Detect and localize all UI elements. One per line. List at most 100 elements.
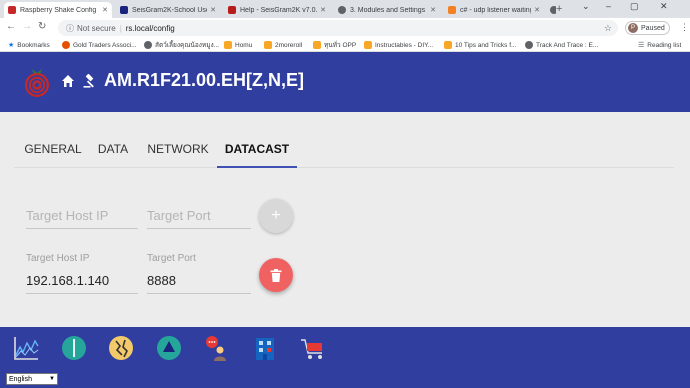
tab-data[interactable]: DATA xyxy=(92,130,134,167)
bookmark-thai-pets[interactable]: สัตว์เลี้ยงคุณน้องหมูง... xyxy=(144,39,219,51)
bookmark-label: Bookmarks xyxy=(17,41,50,49)
gavel-icon[interactable] xyxy=(83,74,97,88)
bookmarks-bar: ★ Bookmarks Gold Traders Associ... สัตว์… xyxy=(0,38,690,52)
url-text[interactable]: rs.local/config xyxy=(126,24,175,33)
browser-tab-seisgram-users[interactable]: SeisGram2K-School Users ✕ xyxy=(116,2,220,18)
folder-icon xyxy=(444,41,452,49)
reading-list-icon: ☰ xyxy=(638,42,645,49)
menu-icon[interactable]: ⋮ xyxy=(680,22,689,33)
bookmark-bookmarks[interactable]: ★ Bookmarks xyxy=(8,39,50,51)
bookmark-label: 10 Tips and Tricks f... xyxy=(455,41,517,49)
tab-datacast[interactable]: DATACAST xyxy=(217,130,297,168)
browser-toolbar: ← → ↻ ⓘ Not secure | rs.local/config ☆ P… xyxy=(0,18,690,38)
tab-general[interactable]: GENERAL xyxy=(14,130,92,167)
bookmark-label: ทุนทั่ว OPP xyxy=(324,42,357,49)
bookmark-instructables[interactable]: Instructables - DIY... xyxy=(364,39,433,51)
building-icon[interactable] xyxy=(252,335,278,361)
globe-icon xyxy=(525,41,533,49)
target-port-placeholder: Target Port xyxy=(147,208,211,223)
raspberry-shake-logo-icon xyxy=(25,69,49,97)
reading-list-label: Reading list xyxy=(647,41,682,49)
divider: | xyxy=(119,23,122,33)
tab-title: Raspberry Shake Config xyxy=(20,6,97,14)
language-bar: English ▼ xyxy=(0,370,690,388)
bookmark-label: Track And Trace : E... xyxy=(536,41,599,49)
minimize-icon[interactable]: – xyxy=(606,1,611,11)
folder-icon xyxy=(224,41,232,49)
earthquake-icon[interactable] xyxy=(108,335,134,361)
maximize-icon[interactable]: ▢ xyxy=(630,1,639,12)
user-chat-icon[interactable] xyxy=(203,335,229,361)
bookmark-label: Homu xyxy=(235,41,253,49)
reload-icon[interactable]: ↻ xyxy=(38,21,46,32)
helicorder-icon[interactable] xyxy=(61,335,87,361)
close-tab-icon[interactable]: ✕ xyxy=(210,6,216,14)
trash-icon xyxy=(270,268,282,282)
instructables-icon xyxy=(364,41,372,49)
plus-icon: + xyxy=(271,207,281,224)
gold-traders-icon xyxy=(62,41,70,49)
entry-host-value[interactable]: 192.168.1.140 xyxy=(26,273,109,288)
stackoverflow-favicon-icon xyxy=(448,6,456,14)
globe-icon xyxy=(144,41,152,49)
close-tab-icon[interactable]: ✕ xyxy=(430,6,436,14)
tab-network[interactable]: NETWORK xyxy=(140,130,216,167)
entry-port-value[interactable]: 8888 xyxy=(147,273,176,288)
address-bar[interactable]: ⓘ Not secure | rs.local/config ☆ xyxy=(58,20,618,36)
bookmark-star-icon[interactable]: ☆ xyxy=(604,23,612,34)
chart-icon[interactable] xyxy=(13,335,39,361)
bottom-nav-bar xyxy=(0,327,690,370)
browser-tab-extra[interactable] xyxy=(546,2,556,18)
entry-port-field[interactable]: Target Port 8888 xyxy=(147,253,251,294)
browser-tab-raspberry-shake-config[interactable]: Raspberry Shake Config ✕ xyxy=(4,2,112,18)
language-selected: English xyxy=(9,375,32,383)
browser-tab-stackoverflow[interactable]: c# - udp listener waiting ✕ xyxy=(444,2,544,18)
avatar: P xyxy=(628,23,638,33)
bookmark-track-trace[interactable]: Track And Trace : E... xyxy=(525,39,598,51)
folder-icon xyxy=(264,41,272,49)
home-icon[interactable] xyxy=(61,74,75,88)
bookmark-thai-opp[interactable]: ทุนทั่ว OPP xyxy=(313,39,356,51)
close-tab-icon[interactable]: ✕ xyxy=(102,6,108,14)
add-target-button[interactable]: + xyxy=(259,199,293,233)
seisgram-help-favicon-icon xyxy=(228,6,236,14)
bookmark-label: Gold Traders Associ... xyxy=(73,41,137,49)
info-icon[interactable]: ⓘ xyxy=(66,23,74,34)
tab-title: 3. Modules and Settings - xyxy=(350,6,428,14)
bookmark-label: สัตว์เลี้ยงคุณน้องหมูง... xyxy=(155,42,220,49)
entry-host-field[interactable]: Target Host IP 192.168.1.140 xyxy=(26,253,138,294)
back-icon[interactable]: ← xyxy=(6,21,16,32)
reading-list[interactable]: ☰ Reading list xyxy=(638,39,681,51)
target-host-input[interactable]: Target Host IP xyxy=(26,203,138,229)
triangle-icon[interactable] xyxy=(156,335,182,361)
browser-tab-seisgram-help[interactable]: Help - SeisGram2K v7.0.0 ✕ xyxy=(224,2,330,18)
browser-tab-modules-settings[interactable]: 3. Modules and Settings - ✕ xyxy=(334,2,440,18)
chevron-down-icon: ▼ xyxy=(49,376,55,382)
bookmark-2moreroll[interactable]: 2moreroll xyxy=(264,39,302,51)
seisgram-favicon-icon xyxy=(120,6,128,14)
tab-title: SeisGram2K-School Users xyxy=(132,6,207,14)
target-host-placeholder: Target Host IP xyxy=(26,208,109,223)
tab-search-icon[interactable]: ⌄ xyxy=(582,1,590,12)
station-title: AM.R1F21.00.EH[Z,N,E] xyxy=(104,70,305,90)
bookmark-10-tips[interactable]: 10 Tips and Tricks f... xyxy=(444,39,516,51)
bookmark-label: 2moreroll xyxy=(275,41,303,49)
browser-tab-strip: Raspberry Shake Config ✕ SeisGram2K-Scho… xyxy=(0,0,690,18)
apps-icon: ★ xyxy=(8,42,15,49)
target-port-input[interactable]: Target Port xyxy=(147,203,251,229)
language-select[interactable]: English ▼ xyxy=(6,373,58,385)
close-tab-icon[interactable]: ✕ xyxy=(320,6,326,14)
close-window-icon[interactable]: ✕ xyxy=(660,1,668,12)
cart-icon[interactable] xyxy=(300,335,326,361)
new-tab-button[interactable]: + xyxy=(556,3,562,15)
bookmark-gold-traders[interactable]: Gold Traders Associ... xyxy=(62,39,137,51)
profile-button[interactable]: P Paused xyxy=(625,21,670,35)
app-header: AM.R1F21.00.EH[Z,N,E] xyxy=(0,52,690,112)
delete-target-button[interactable] xyxy=(259,258,293,292)
bookmark-homu[interactable]: Homu xyxy=(224,39,252,51)
close-tab-icon[interactable]: ✕ xyxy=(534,6,540,14)
folder-icon xyxy=(313,41,321,49)
forward-icon[interactable]: → xyxy=(22,21,32,32)
globe-favicon-icon xyxy=(338,6,346,14)
tab-title: c# - udp listener waiting xyxy=(460,6,532,14)
